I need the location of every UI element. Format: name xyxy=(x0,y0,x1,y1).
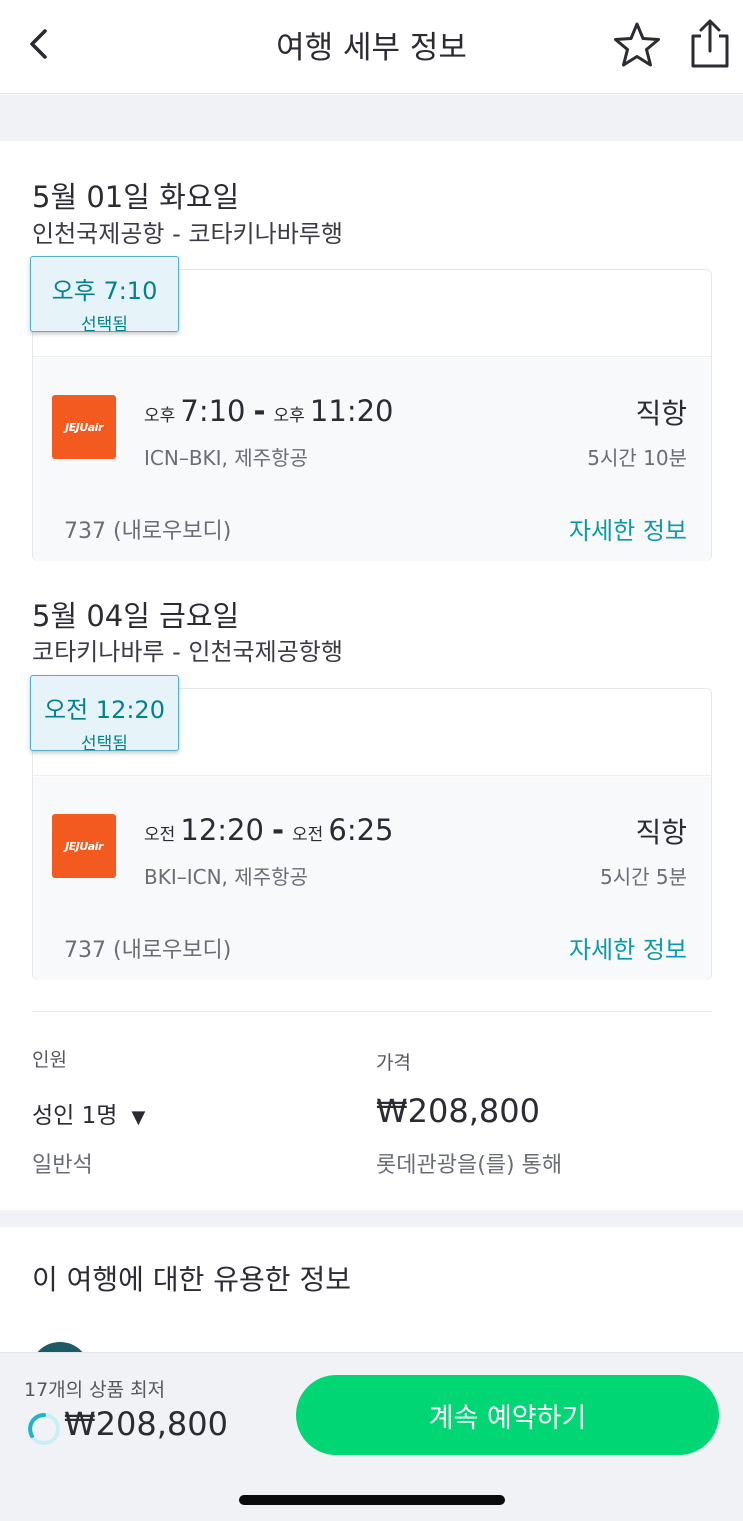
return-route: 코타키나바루 - 인천국제공항행 xyxy=(32,638,343,666)
selected-time-tab[interactable]: 오후 7:10 선택됨 xyxy=(30,256,179,335)
selected-time-tab[interactable]: 오전 12:20 선택됨 xyxy=(30,675,179,754)
flight-details-panel: JEJUair 오전 12:20- 오전 6:25 BKI–ICN, 제주항공 직… xyxy=(33,777,711,980)
more-details-link[interactable]: 자세한 정보 xyxy=(569,930,687,965)
home-indicator[interactable] xyxy=(239,1495,505,1505)
booking-provider: 롯데관광을(를) 통해 xyxy=(376,1153,563,1178)
favorite-button[interactable] xyxy=(612,20,662,70)
aircraft-type: 737 (내로우보디) xyxy=(64,519,232,544)
return-date: 5월 04일 금요일 xyxy=(32,599,240,633)
useful-info-heading: 이 여행에 대한 유용한 정보 xyxy=(32,1263,351,1296)
flight-details-panel: JEJUair 오후 7:10- 오후 11:20 ICN–BKI, 제주항공 직… xyxy=(33,358,711,561)
stops-label: 직항 xyxy=(635,397,687,430)
flight-times: 오후 7:10- 오후 11:20 xyxy=(144,394,394,428)
share-icon xyxy=(691,19,729,68)
departure-time: 12:20 xyxy=(180,813,264,847)
route-airline: BKI–ICN, 제주항공 xyxy=(144,865,308,889)
passengers-dropdown[interactable]: 성인 1명 ▼ xyxy=(32,1096,145,1130)
cabin-class: 일반석 xyxy=(32,1153,93,1178)
price-label: 가격 xyxy=(376,1052,411,1074)
jejuair-logo: JEJUair xyxy=(52,814,116,878)
lowest-price: ₩208,800 xyxy=(64,1405,228,1443)
outbound-route: 인천국제공항 - 코타키나바루행 xyxy=(32,220,343,248)
flight-duration: 5시간 10분 xyxy=(587,446,687,470)
caret-down-icon: ▼ xyxy=(131,1107,146,1128)
flight-duration: 5시간 5분 xyxy=(599,865,687,889)
departure-time: 7:10 xyxy=(180,394,246,428)
deals-count-label: 17개의 상품 최저 xyxy=(24,1379,166,1401)
spinner-icon xyxy=(28,1413,60,1445)
bottom-booking-bar: 17개의 상품 최저 ₩208,800 계속 예약하기 xyxy=(0,1352,743,1521)
outbound-date: 5월 01일 화요일 xyxy=(32,180,240,214)
arrival-time: 6:25 xyxy=(328,813,394,847)
jejuair-logo: JEJUair xyxy=(52,395,116,459)
aircraft-type: 737 (내로우보디) xyxy=(64,938,232,963)
continue-booking-button[interactable]: 계속 예약하기 xyxy=(296,1375,719,1455)
passengers-label: 인원 xyxy=(32,1049,67,1071)
share-button[interactable] xyxy=(686,18,734,70)
route-airline: ICN–BKI, 제주항공 xyxy=(144,446,308,470)
top-app-bar: 여행 세부 정보 xyxy=(0,0,743,94)
divider xyxy=(32,1011,712,1012)
stops-label: 직항 xyxy=(635,816,687,849)
arrival-time: 11:20 xyxy=(309,394,394,428)
star-outline-icon xyxy=(614,22,660,67)
section-separator xyxy=(0,1210,743,1227)
total-price: ₩208,800 xyxy=(376,1092,540,1130)
section-separator xyxy=(0,95,743,141)
flight-times: 오전 12:20- 오전 6:25 xyxy=(144,813,394,847)
more-details-link[interactable]: 자세한 정보 xyxy=(569,511,687,546)
